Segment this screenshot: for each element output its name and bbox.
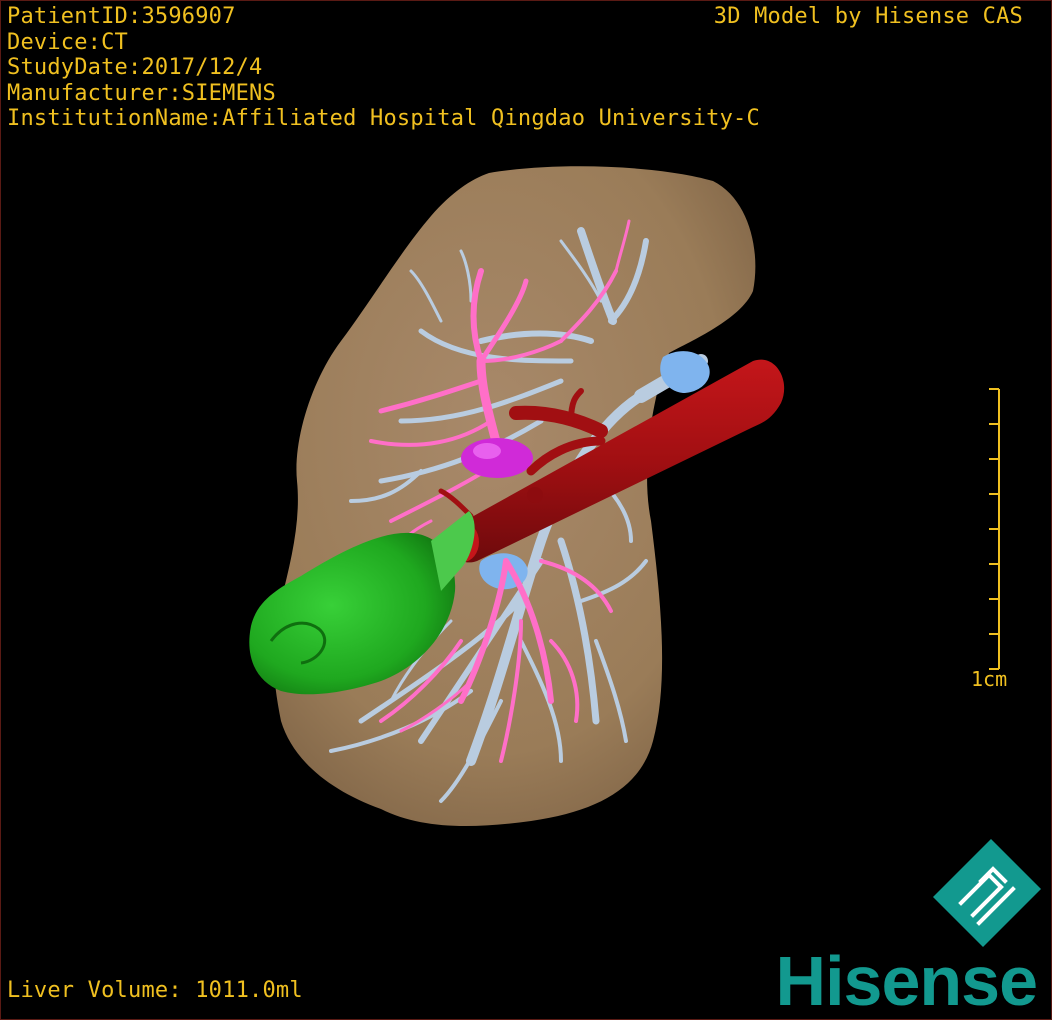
hisense-logo: Hisense — [776, 839, 1041, 1019]
hisense-wordmark: Hisense — [776, 942, 1037, 1019]
hisense-mark-icon — [933, 839, 1041, 947]
ct-3d-viewer[interactable]: 1cm PatientID:3596907 Device:CT StudyDat… — [0, 0, 1052, 1020]
